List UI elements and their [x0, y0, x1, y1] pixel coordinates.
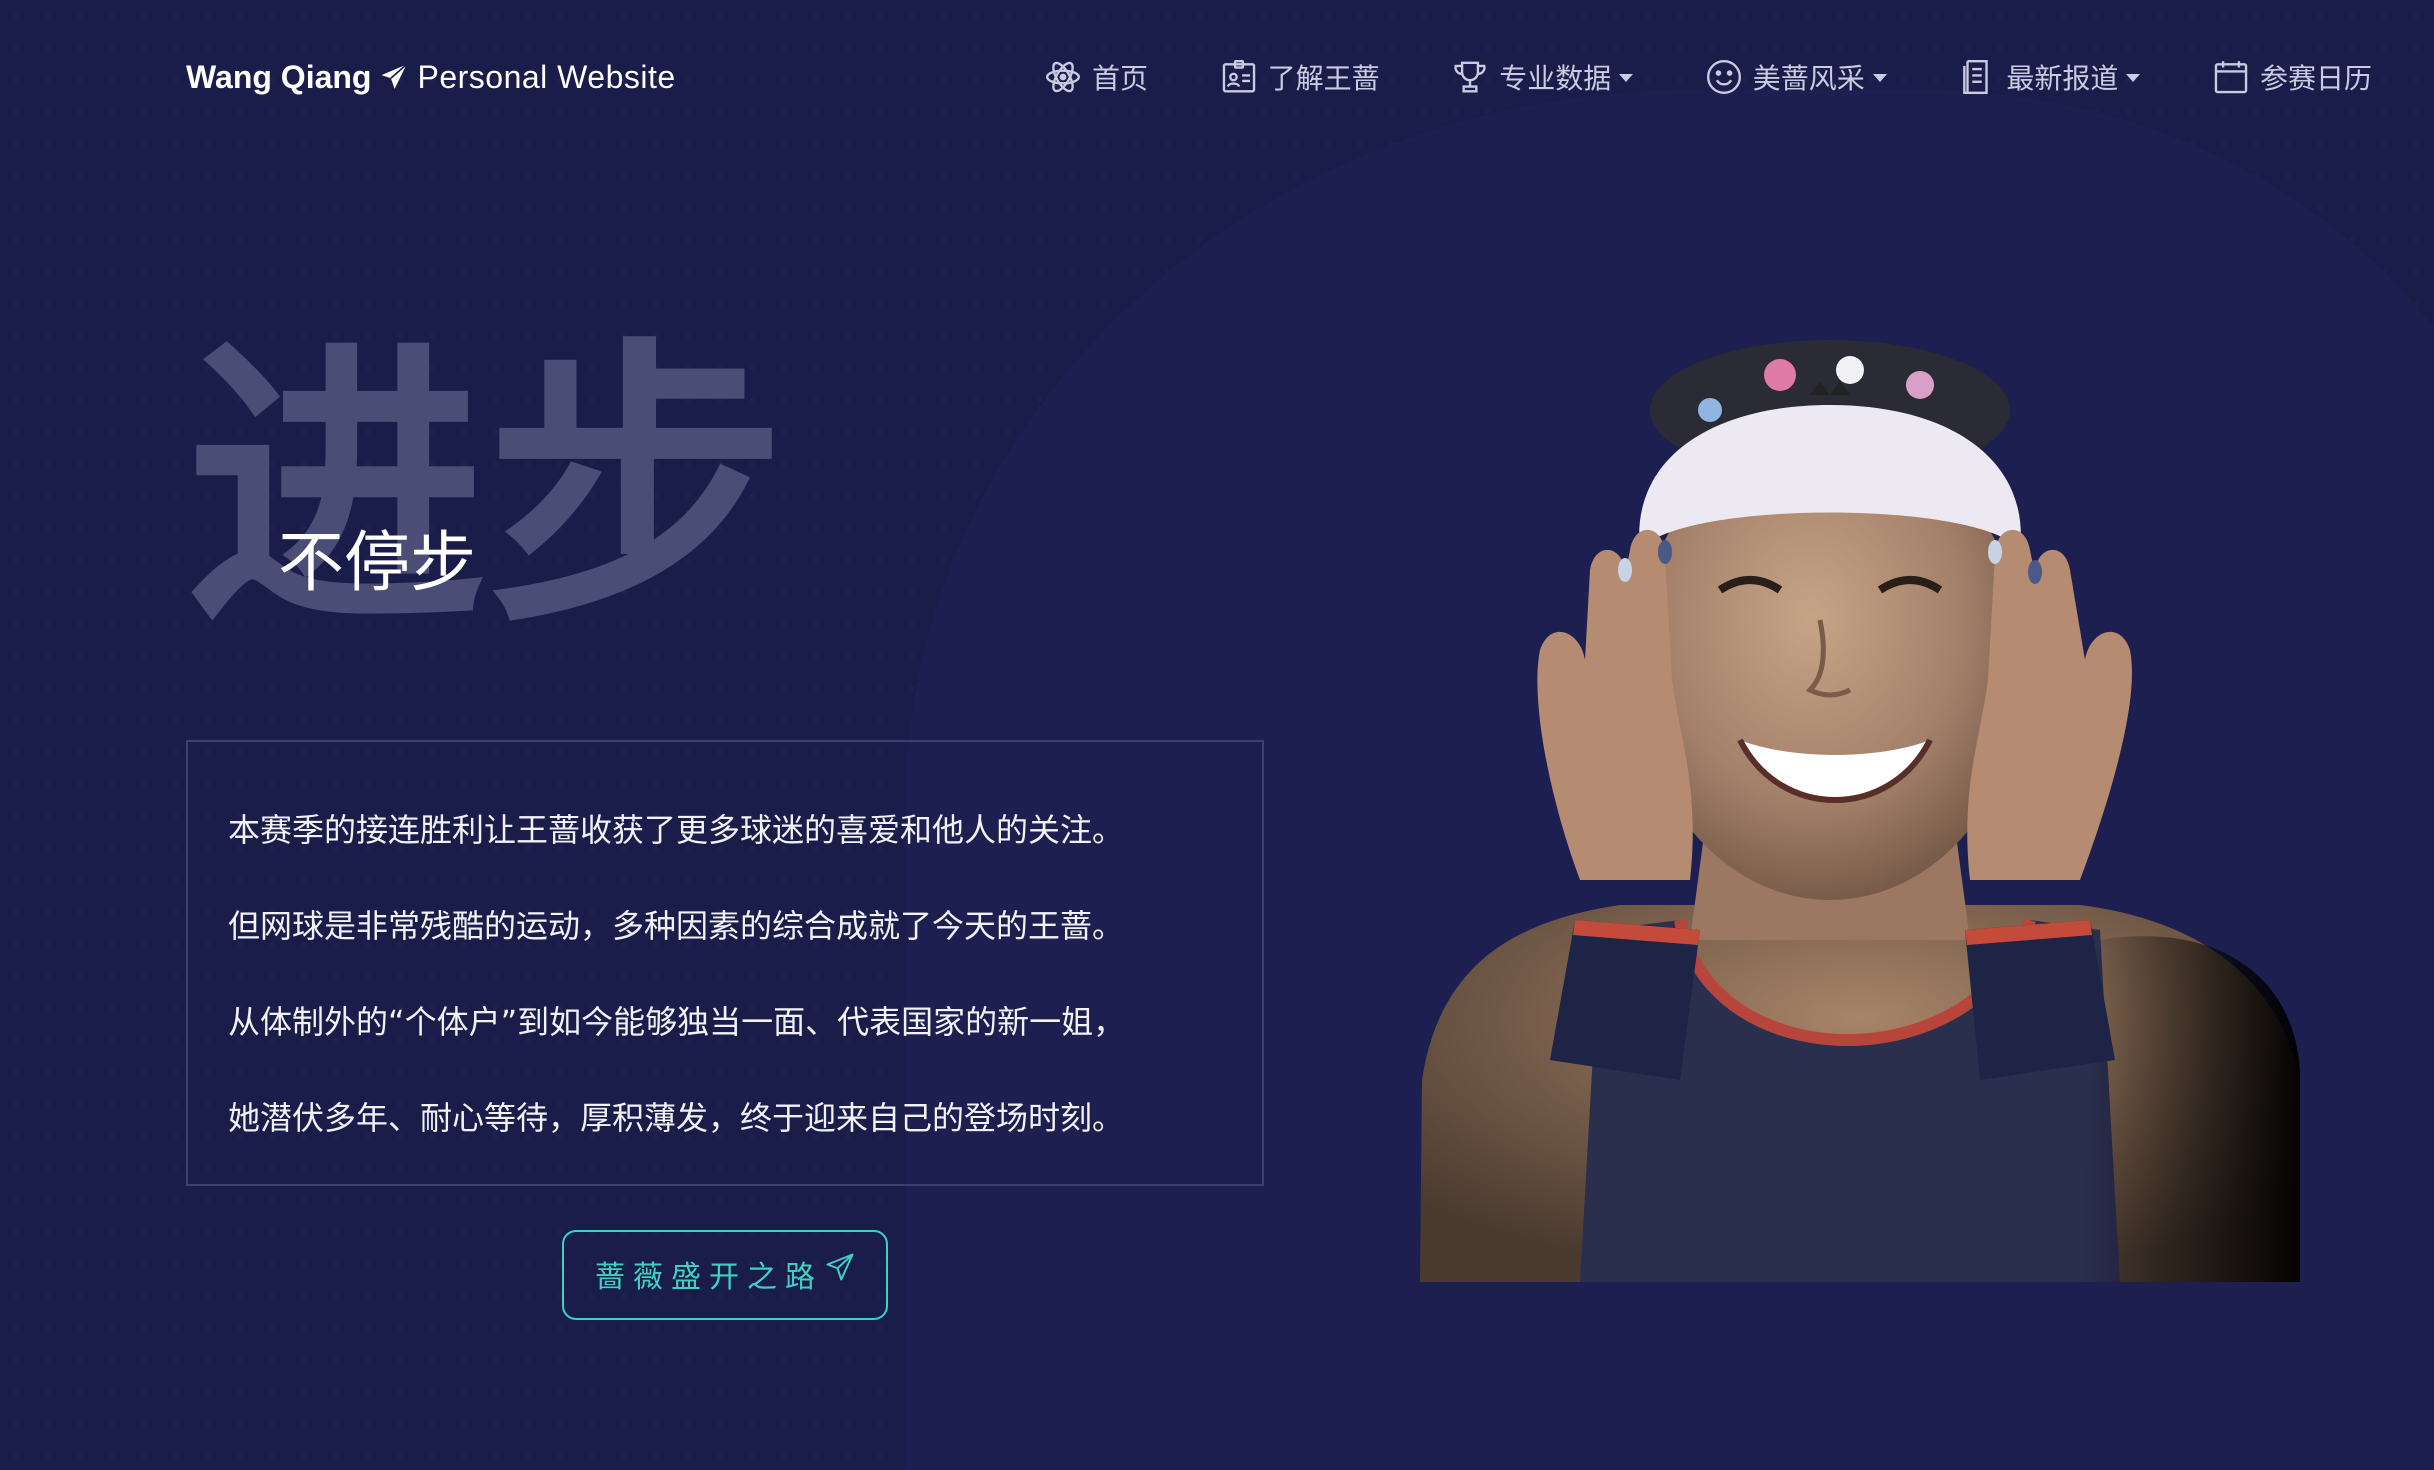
intro-line: 本赛季的接连胜利让王蔷收获了更多球迷的喜爱和他人的关注。 — [228, 811, 1125, 849]
nav-item-stats[interactable]: 专业数据 — [1451, 57, 1634, 97]
chevron-down-icon — [2126, 74, 2141, 82]
nav-label: 了解王蔷 — [1267, 62, 1380, 95]
trophy-icon — [1454, 61, 1486, 93]
nav-item-news[interactable]: 最新报道 — [1958, 57, 2141, 97]
cta-label: 蔷薇盛开之路 — [595, 1260, 823, 1295]
player-photo — [1420, 340, 2300, 1282]
paper-plane-icon — [381, 63, 408, 89]
main-nav: 首页 了解王蔷 专业数据 美蔷风采 最新报道 参赛日历 — [1044, 52, 2372, 102]
nav-item-home[interactable]: 首页 — [1044, 57, 1148, 97]
chevron-down-icon — [1619, 74, 1634, 82]
atom-icon — [1045, 61, 1081, 93]
nav-label: 最新报道 — [2006, 62, 2119, 95]
cta-button[interactable]: 蔷薇盛开之路 — [562, 1230, 888, 1320]
nav-label: 美蔷风采 — [1752, 62, 1865, 95]
nav-label: 专业数据 — [1499, 62, 1612, 95]
nav-label: 参赛日历 — [2259, 62, 2372, 95]
intro-line: 她潜伏多年、耐心等待，厚积薄发，终于迎来自己的登场时刻。 — [228, 1099, 1125, 1137]
intro-line: 但网球是非常残酷的运动，多种因素的综合成就了今天的王蔷。 — [228, 907, 1125, 945]
calendar-icon — [2214, 61, 2248, 94]
intro-line: 从体制外的“个体户”到如今能够独当一面、代表国家的新一姐， — [228, 1003, 1126, 1041]
chevron-down-icon — [1872, 74, 1887, 82]
hero-subtitle: 不停步 — [278, 524, 476, 601]
brand-name: Wang Qiang — [186, 58, 372, 95]
id-card-icon — [1222, 59, 1255, 93]
newspaper-icon — [1963, 59, 1989, 95]
smile-icon — [1706, 59, 1741, 95]
hero-big-text: 进步 — [186, 315, 786, 664]
nav-item-calendar[interactable]: 参赛日历 — [2212, 57, 2372, 97]
nav-item-about[interactable]: 了解王蔷 — [1220, 57, 1380, 97]
nav-item-gallery[interactable]: 美蔷风采 — [1705, 57, 1887, 97]
intro-text-box: 本赛季的接连胜利让王蔷收获了更多球迷的喜爱和他人的关注。 但网球是非常残酷的运动… — [186, 740, 1264, 1186]
paper-plane-icon — [826, 1253, 854, 1281]
site-brand[interactable]: Wang Qiang Personal Website — [186, 52, 676, 102]
brand-site: Personal Website — [417, 58, 676, 95]
nav-label: 首页 — [1092, 62, 1149, 95]
